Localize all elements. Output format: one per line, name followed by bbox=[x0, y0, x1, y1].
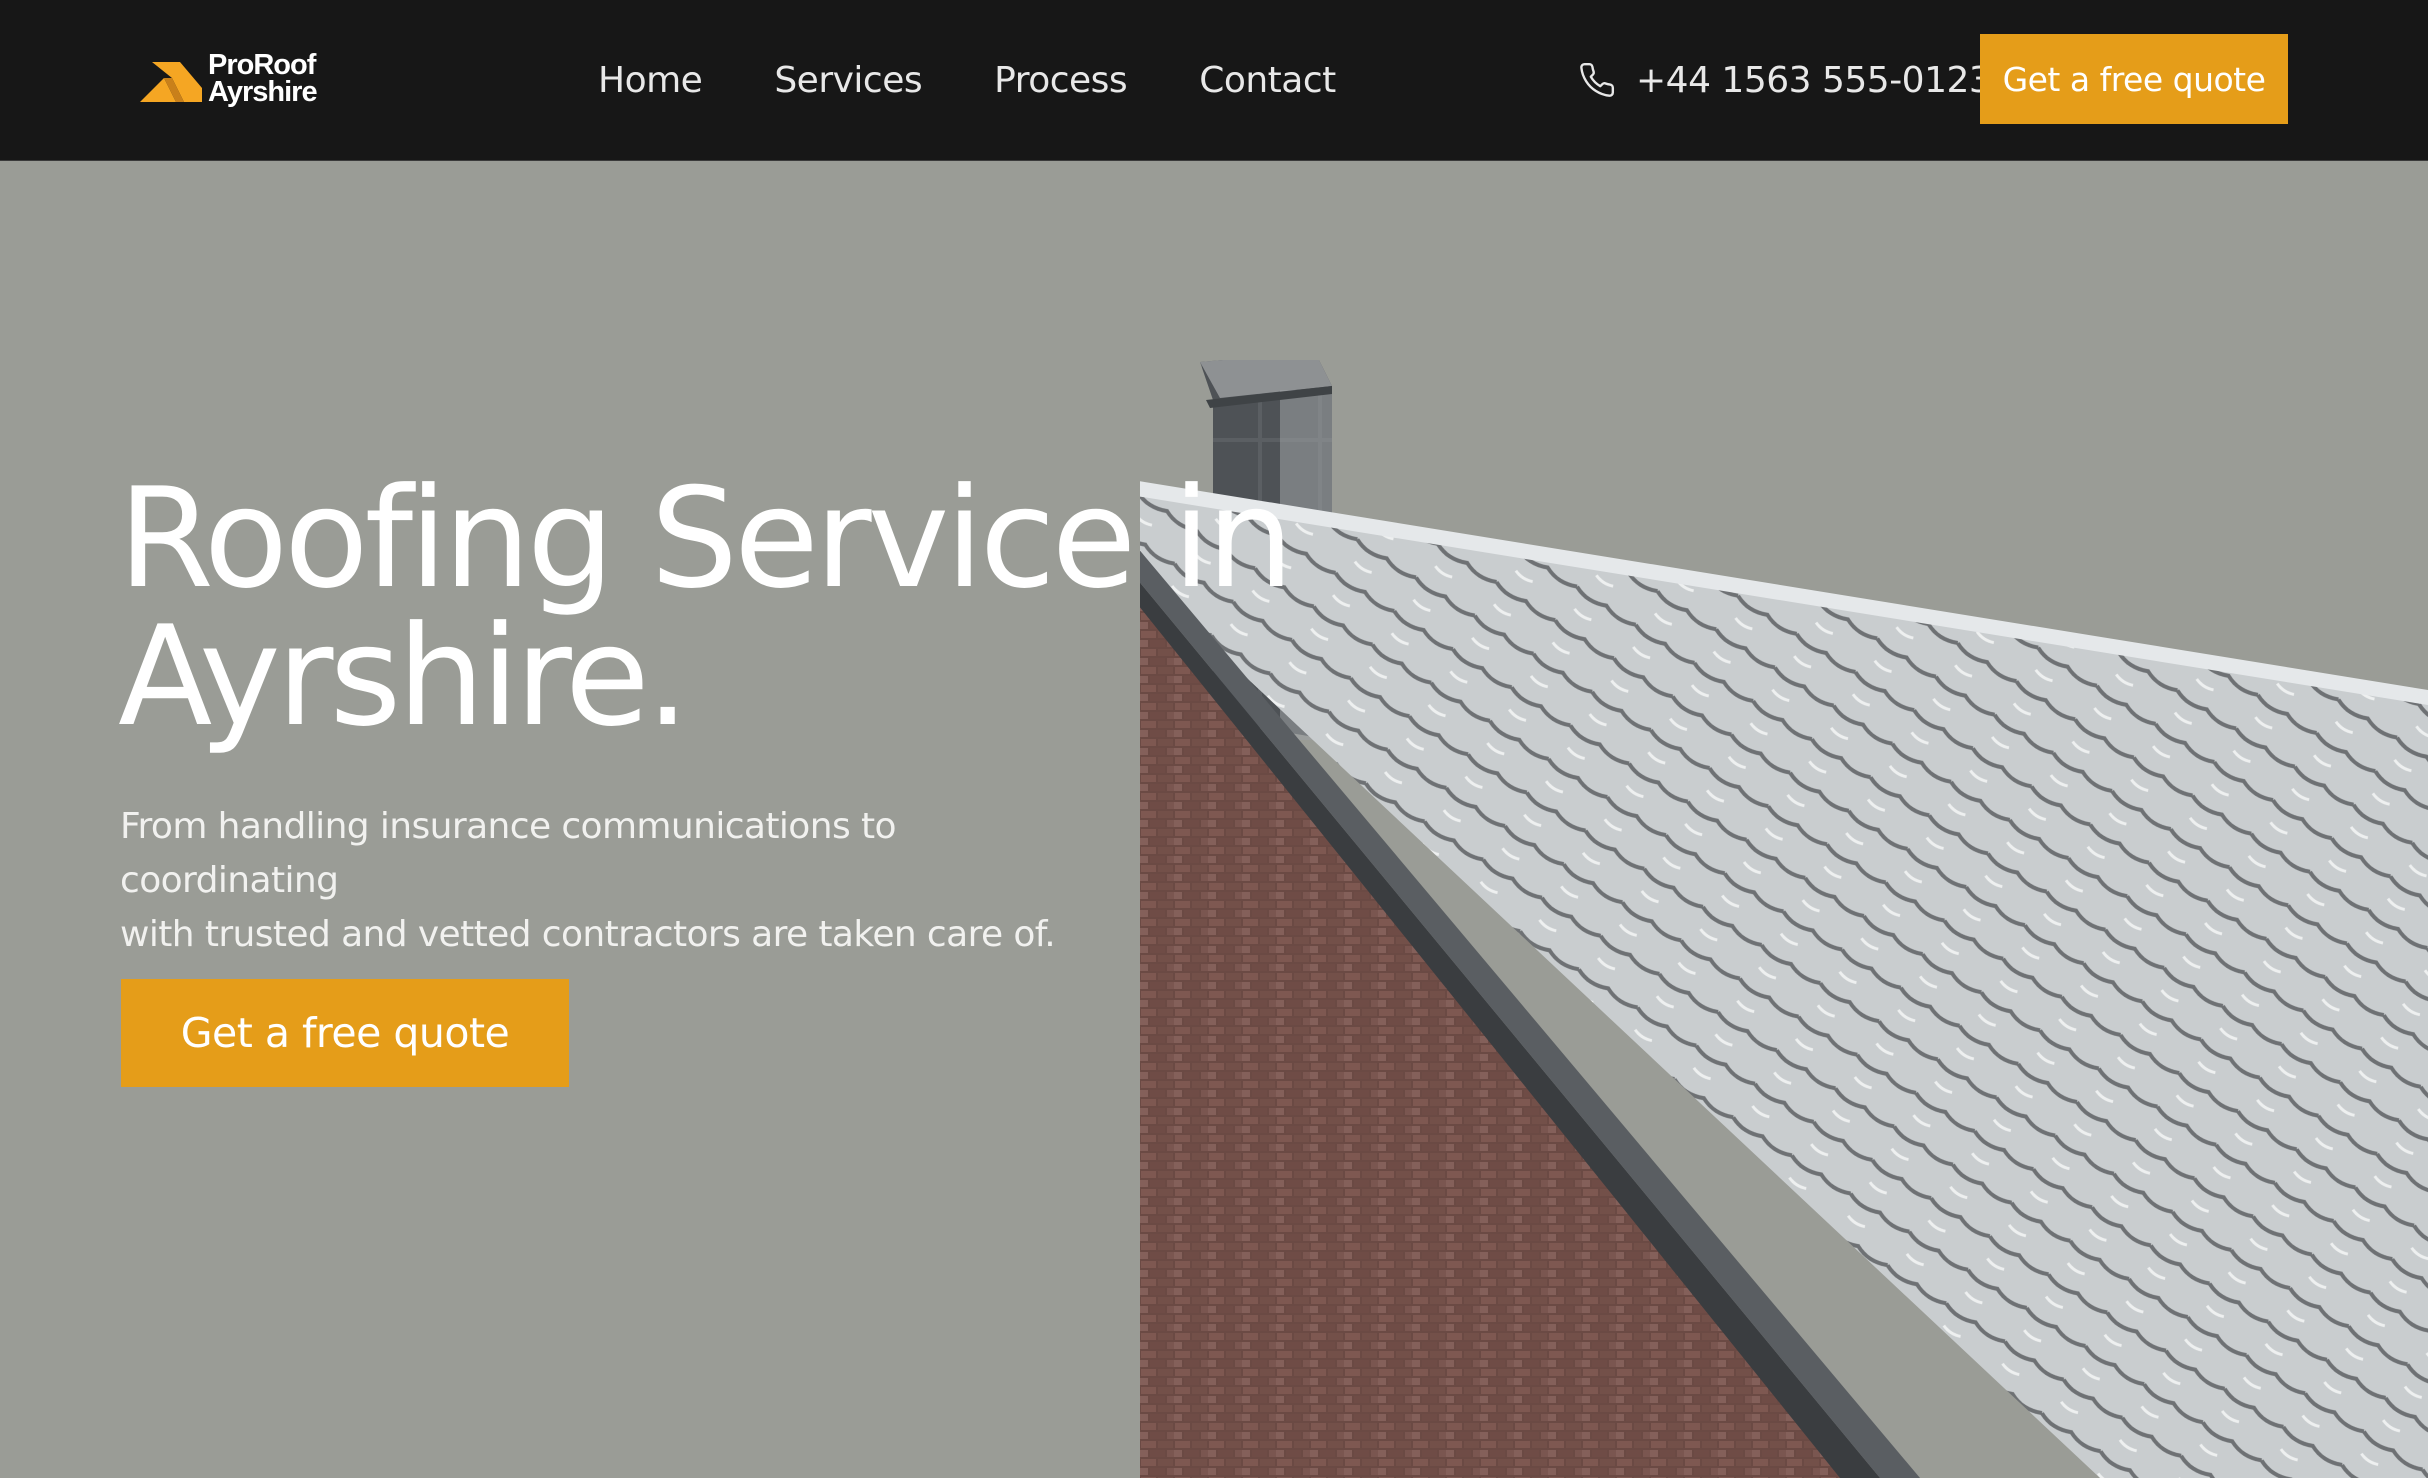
navbar: ProRoof Ayrshire Home Services Process C… bbox=[0, 0, 2428, 161]
hero-subtitle-line-1: From handling insurance communications t… bbox=[120, 806, 896, 901]
phone-number: +44 1563 555-0123 bbox=[1636, 59, 1992, 101]
logo-line-1: ProRoof bbox=[208, 49, 316, 81]
hero-title: Roofing Service in Ayrshire. bbox=[118, 470, 1358, 746]
roof-logo-icon bbox=[140, 62, 202, 102]
logo-line-2: Ayrshire bbox=[208, 76, 318, 108]
hero-subtitle: From handling insurance communications t… bbox=[120, 800, 1120, 962]
hero-subtitle-line-2: with trusted and vetted contractors are … bbox=[120, 914, 1056, 955]
nav-get-quote-button[interactable]: Get a free quote bbox=[1980, 34, 2288, 124]
main-nav: Home Services Process Contact bbox=[598, 0, 1336, 160]
logo[interactable]: ProRoof Ayrshire bbox=[138, 49, 338, 110]
hero-get-quote-button[interactable]: Get a free quote bbox=[121, 979, 569, 1087]
logo-text: ProRoof Ayrshire bbox=[208, 49, 318, 108]
nav-link-process[interactable]: Process bbox=[994, 60, 1128, 101]
hero-title-line-1: Roofing Service in bbox=[118, 458, 1294, 619]
phone-icon bbox=[1580, 62, 1615, 97]
nav-link-services[interactable]: Services bbox=[774, 60, 922, 101]
phone-link[interactable]: +44 1563 555-0123 bbox=[1578, 0, 1992, 160]
nav-link-contact[interactable]: Contact bbox=[1199, 60, 1336, 101]
hero-title-line-2: Ayrshire. bbox=[118, 596, 690, 757]
nav-link-home[interactable]: Home bbox=[598, 60, 703, 101]
